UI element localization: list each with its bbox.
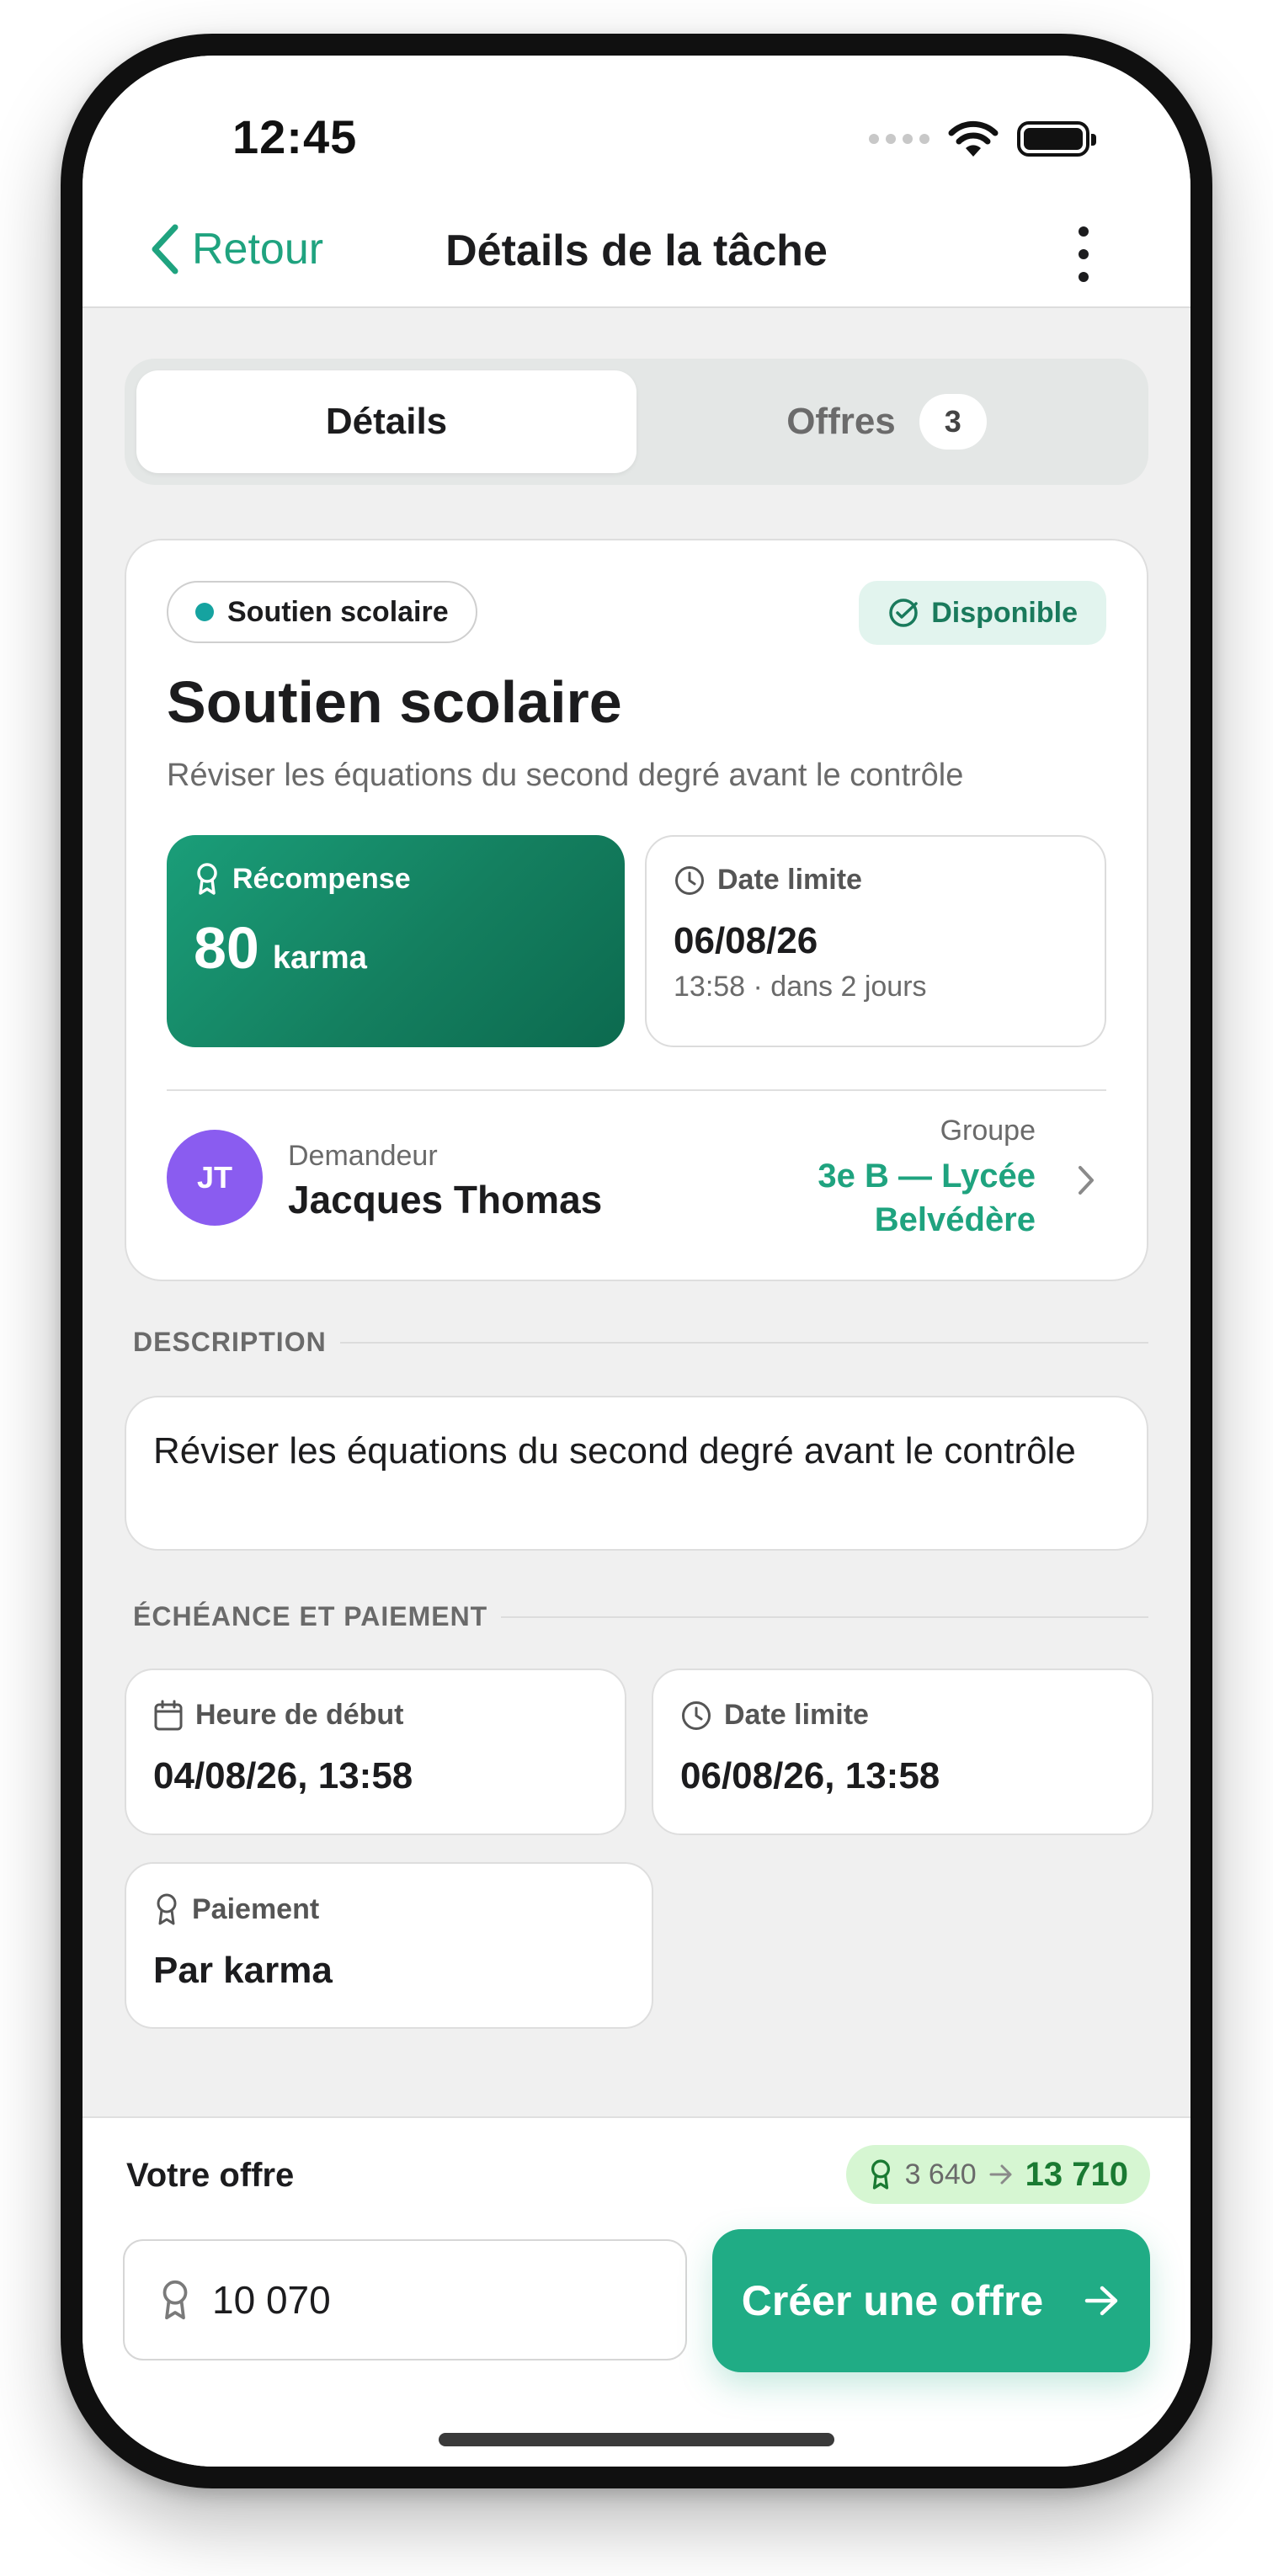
tab-offers-label: Offres <box>786 401 896 442</box>
payment-card: Paiement Par karma <box>125 1862 653 2029</box>
deadline-card-label: Date limite <box>724 1699 869 1731</box>
requester-label: Demandeur <box>288 1140 438 1172</box>
reward-unit: karma <box>272 940 367 976</box>
home-indicator[interactable] <box>439 2433 834 2446</box>
offer-label: Votre offre <box>126 2157 295 2194</box>
category-label: Soutien scolaire <box>227 595 449 628</box>
payment-header: Paiement <box>153 1892 625 1926</box>
create-offer-button[interactable]: Créer une offre <box>712 2229 1150 2372</box>
deadline-card-header: Date limite <box>680 1699 1125 1732</box>
divider <box>339 1341 1148 1344</box>
balance-after: 13 710 <box>1025 2155 1128 2193</box>
offer-amount-field[interactable] <box>123 2239 687 2360</box>
payment-value: Par karma <box>153 1950 333 1991</box>
screen: 12:45 Retour Détails de la tâche Détails… <box>83 56 1190 2467</box>
tab-details[interactable]: Détails <box>136 370 636 473</box>
deadline-card-value: 06/08/26, 13:58 <box>680 1755 940 1796</box>
award-icon <box>871 2159 890 2190</box>
more-menu-button[interactable] <box>1071 221 1096 288</box>
award-icon <box>162 2280 188 2320</box>
divider <box>501 1615 1148 1618</box>
reward-value: 80 karma <box>194 914 598 982</box>
arrow-right-icon <box>1084 2286 1118 2316</box>
battery-icon <box>1017 121 1096 157</box>
award-icon <box>157 1893 177 1925</box>
deadline-date: 06/08/26 <box>674 920 818 961</box>
tab-details-label: Détails <box>325 401 448 442</box>
karma-balance-pill: 3 640 13 710 <box>845 2145 1150 2204</box>
clock-icon <box>675 865 704 895</box>
start-time-value: 04/08/26, 13:58 <box>153 1755 413 1796</box>
deadline-relative: 13:58 · dans 2 jours <box>674 971 927 1003</box>
tab-offers[interactable]: Offres 3 <box>636 370 1137 473</box>
schedule-heading: ÉCHÉANCE ET PAIEMENT <box>133 1601 1148 1632</box>
deadline-header: Date limite <box>674 864 1078 897</box>
arrow-right-icon <box>989 2164 1012 2185</box>
status-label: Disponible <box>931 596 1078 629</box>
offer-amount-input[interactable] <box>212 2277 616 2323</box>
deadline-card: Date limite 06/08/26, 13:58 <box>652 1669 1153 1835</box>
deadline-tile: Date limite 06/08/26 13:58 · dans 2 jour… <box>645 835 1106 1047</box>
deadline-label: Date limite <box>717 864 862 896</box>
start-time-card: Heure de début 04/08/26, 13:58 <box>125 1669 626 1835</box>
segmented-control: Détails Offres 3 <box>125 359 1148 485</box>
task-card: Soutien scolaire Disponible Soutien scol… <box>125 539 1148 1281</box>
status-badge: Disponible <box>859 581 1106 645</box>
category-chip: Soutien scolaire <box>167 581 477 643</box>
wifi-icon <box>948 120 999 157</box>
top-bar: 12:45 Retour Détails de la tâche <box>83 56 1190 308</box>
task-title: Soutien scolaire <box>167 669 622 735</box>
check-circle-icon <box>889 599 918 627</box>
reward-tile: Récompense 80 karma <box>167 835 625 1047</box>
signal-icon <box>869 134 929 144</box>
group-name: 3e B — Lycée Belvédère <box>818 1158 1036 1238</box>
offer-bar: Votre offre 3 640 13 710 10 070 Créer un… <box>83 2116 1190 2467</box>
start-time-header: Heure de début <box>153 1699 598 1732</box>
chevron-right-icon[interactable] <box>1076 1163 1096 1197</box>
category-dot <box>195 603 214 621</box>
payment-label: Paiement <box>192 1892 320 1925</box>
group-label: Groupe <box>940 1115 1036 1147</box>
start-time-label: Heure de début <box>195 1699 404 1731</box>
phone-frame: 12:45 Retour Détails de la tâche Détails… <box>61 34 1212 2488</box>
avatar[interactable]: JT <box>167 1130 263 1226</box>
clock-icon <box>682 1700 711 1730</box>
page-title: Détails de la tâche <box>445 226 828 275</box>
group-link[interactable]: Groupe 3e B — Lycée Belvédère <box>783 1115 1036 1242</box>
reward-header: Récompense <box>194 862 598 896</box>
status-icons <box>869 120 1096 158</box>
description-heading-label: DESCRIPTION <box>133 1327 327 1357</box>
description-heading: DESCRIPTION <box>133 1327 1148 1358</box>
task-subtitle: Réviser les équations du second degré av… <box>167 758 964 793</box>
schedule-heading-label: ÉCHÉANCE ET PAIEMENT <box>133 1601 488 1631</box>
calendar-icon <box>154 1700 183 1730</box>
reward-label: Récompense <box>232 862 411 895</box>
balance-current: 3 640 <box>904 2158 977 2190</box>
description-box: Réviser les équations du second degré av… <box>125 1396 1148 1551</box>
create-offer-label: Créer une offre <box>741 2277 1044 2324</box>
status-time: 12:45 <box>232 110 358 163</box>
reward-amount: 80 <box>194 915 259 981</box>
award-icon <box>197 863 217 895</box>
offers-count-badge: 3 <box>919 394 987 450</box>
card-divider <box>167 1089 1106 1091</box>
requester-name[interactable]: Jacques Thomas <box>288 1177 602 1222</box>
